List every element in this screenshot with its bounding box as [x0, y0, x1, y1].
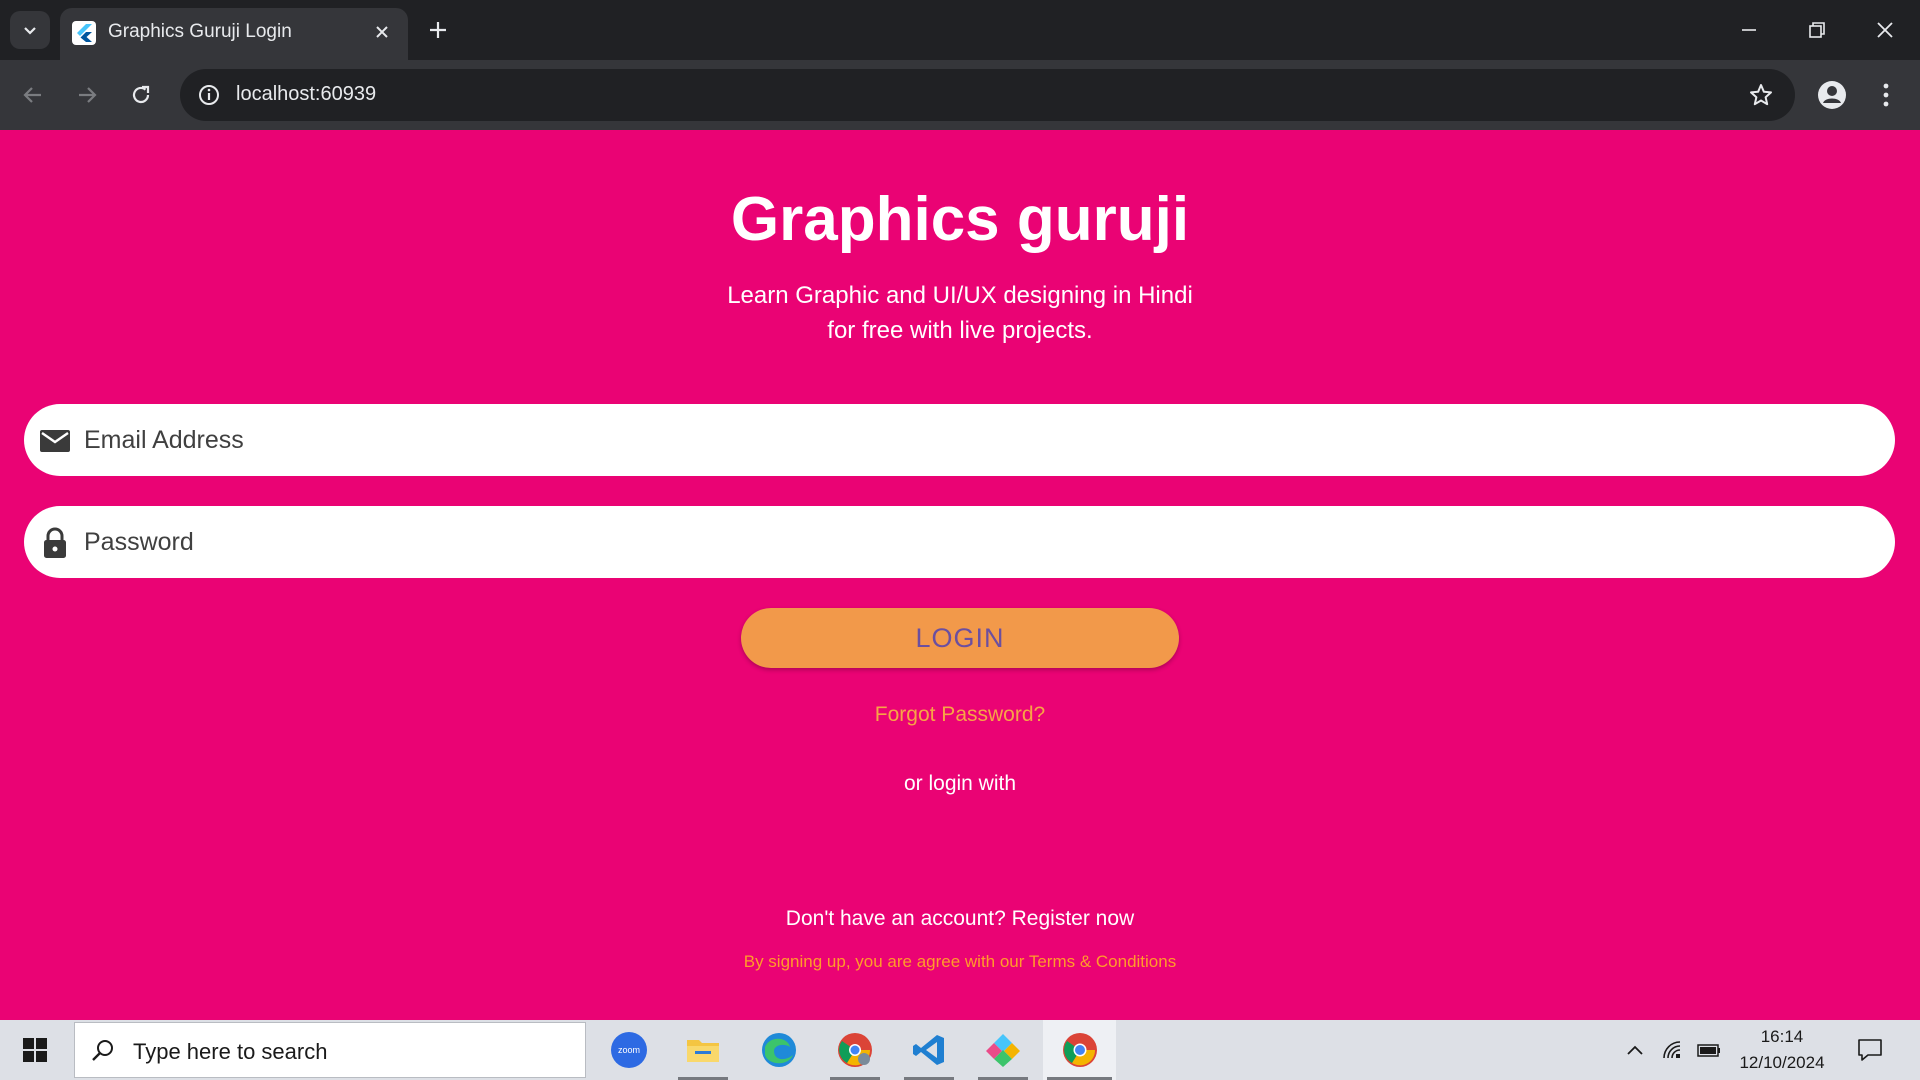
or-login-with-text: or login with	[903, 772, 1017, 795]
network-icon[interactable]	[1660, 1038, 1686, 1062]
windows-taskbar: Type here to search zoom 16:14 12/10/202…	[0, 1020, 1920, 1080]
svg-text:zoom: zoom	[618, 1045, 640, 1055]
forward-arrow-icon[interactable]	[72, 80, 102, 110]
edge-icon	[762, 1033, 796, 1067]
address-bar[interactable]: localhost:60939	[180, 69, 1795, 121]
browser-tab-active[interactable]: Graphics Guruji Login	[60, 8, 408, 60]
password-field[interactable]	[24, 506, 1895, 578]
taskbar-app-edge[interactable]	[748, 1020, 810, 1080]
restore-icon[interactable]	[1802, 15, 1832, 45]
taskbar-app-flutter-tool[interactable]	[972, 1020, 1034, 1080]
tab-search-button[interactable]	[10, 11, 50, 49]
more-menu-icon[interactable]	[1872, 79, 1900, 111]
file-explorer-icon	[687, 1040, 719, 1062]
browser-toolbar: localhost:60939	[0, 60, 1920, 130]
battery-icon[interactable]	[1696, 1038, 1722, 1062]
chevron-down-icon	[24, 27, 36, 35]
chrome-icon	[1062, 1033, 1097, 1067]
taskbar-app-chrome[interactable]	[1043, 1020, 1116, 1080]
browser-tab-strip: Graphics Guruji Login	[0, 0, 1920, 60]
tab-title: Graphics Guruji Login	[108, 21, 292, 42]
system-clock[interactable]: 16:14 12/10/2024	[1726, 1024, 1838, 1076]
page-title: Graphics guruji	[730, 185, 1190, 254]
page-tagline: Learn Graphic and UI/UX designing in Hin…	[0, 278, 1920, 348]
flutter-tool-icon	[986, 1034, 1020, 1067]
close-tab-icon[interactable]	[372, 22, 392, 42]
terms-conditions-text[interactable]: By signing up, you are agree with our Te…	[0, 952, 1920, 972]
reload-icon[interactable]	[126, 80, 156, 110]
zoom-icon: zoom	[611, 1032, 647, 1068]
forgot-password-link[interactable]: Forgot Password?	[0, 703, 1920, 727]
clock-time: 16:14	[1760, 1027, 1804, 1046]
windows-logo-icon	[23, 1038, 47, 1062]
notification-center-icon[interactable]	[1856, 1036, 1884, 1064]
close-window-icon[interactable]	[1870, 15, 1900, 45]
password-input[interactable]	[84, 506, 1874, 578]
back-arrow-icon[interactable]	[18, 80, 48, 110]
chrome-profile-icon	[838, 1033, 872, 1067]
clock-date: 12/10/2024	[1739, 1053, 1825, 1072]
register-link[interactable]: Don't have an account? Register now	[0, 907, 1920, 931]
tagline-line-1: Learn Graphic and UI/UX designing in Hin…	[727, 282, 1193, 309]
search-icon	[92, 1040, 113, 1061]
show-hidden-icons-icon[interactable]	[1622, 1038, 1648, 1062]
tagline-line-2: for free with live projects.	[827, 317, 1093, 344]
site-info-icon[interactable]	[194, 80, 224, 110]
taskbar-search-placeholder: Type here to search	[133, 1039, 328, 1064]
email-input[interactable]	[84, 404, 1874, 476]
bookmark-star-icon[interactable]	[1747, 81, 1775, 109]
url-text: localhost:60939	[236, 83, 377, 105]
taskbar-app-zoom[interactable]: zoom	[598, 1020, 660, 1080]
login-page: Graphics guruji Learn Graphic and UI/UX …	[0, 130, 1920, 1020]
start-button[interactable]	[0, 1020, 70, 1080]
taskbar-app-vscode[interactable]	[898, 1020, 960, 1080]
vscode-icon	[913, 1035, 944, 1065]
minimize-icon[interactable]	[1734, 15, 1764, 45]
new-tab-icon[interactable]	[424, 16, 452, 44]
lock-icon	[44, 527, 66, 558]
taskbar-app-chrome-profile[interactable]	[824, 1020, 886, 1080]
login-button[interactable]: LOGIN	[741, 608, 1179, 668]
taskbar-search-box[interactable]: Type here to search	[74, 1022, 586, 1078]
mail-icon	[40, 430, 70, 452]
taskbar-app-file-explorer[interactable]	[672, 1020, 734, 1080]
flutter-favicon-icon	[72, 21, 96, 45]
email-field[interactable]	[24, 404, 1895, 476]
profile-avatar-icon[interactable]	[1816, 79, 1848, 111]
